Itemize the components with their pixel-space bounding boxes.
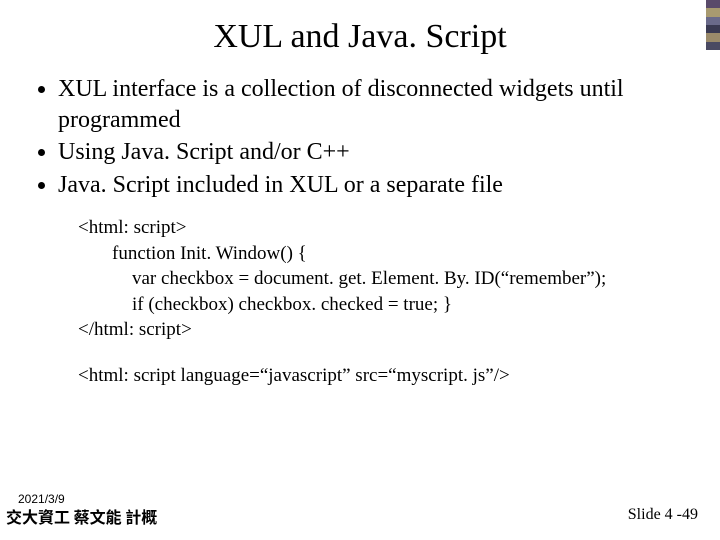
code-line: function Init. Window() {: [78, 241, 690, 267]
bullet-item: Using Java. Script and/or C++: [58, 137, 690, 168]
bullet-item: Java. Script included in XUL or a separa…: [58, 170, 690, 201]
code-line-inline: <html: script language=“javascript” src=…: [78, 365, 690, 387]
slide-footer: 2021/3/9 交大資工 蔡文能 計概 Slide 4 -49: [0, 486, 720, 530]
code-line: <html: script>: [78, 215, 690, 241]
footer-slide-number: Slide 4 -49: [628, 506, 698, 524]
code-line: var checkbox = document. get. Element. B…: [78, 266, 690, 292]
code-line: if (checkbox) checkbox. checked = true; …: [78, 292, 690, 318]
code-block: <html: script> function Init. Window() {…: [78, 215, 690, 343]
footer-author: 交大資工 蔡文能 計概: [6, 504, 157, 528]
slide-body: XUL interface is a collection of disconn…: [0, 56, 720, 387]
slide: XUL and Java. Script XUL interface is a …: [0, 0, 720, 540]
slide-title: XUL and Java. Script: [0, 0, 720, 56]
decorative-side-strip: [706, 0, 720, 50]
bullet-item: XUL interface is a collection of disconn…: [58, 74, 690, 135]
bullet-list: XUL interface is a collection of disconn…: [30, 74, 690, 201]
code-line: </html: script>: [78, 317, 690, 343]
